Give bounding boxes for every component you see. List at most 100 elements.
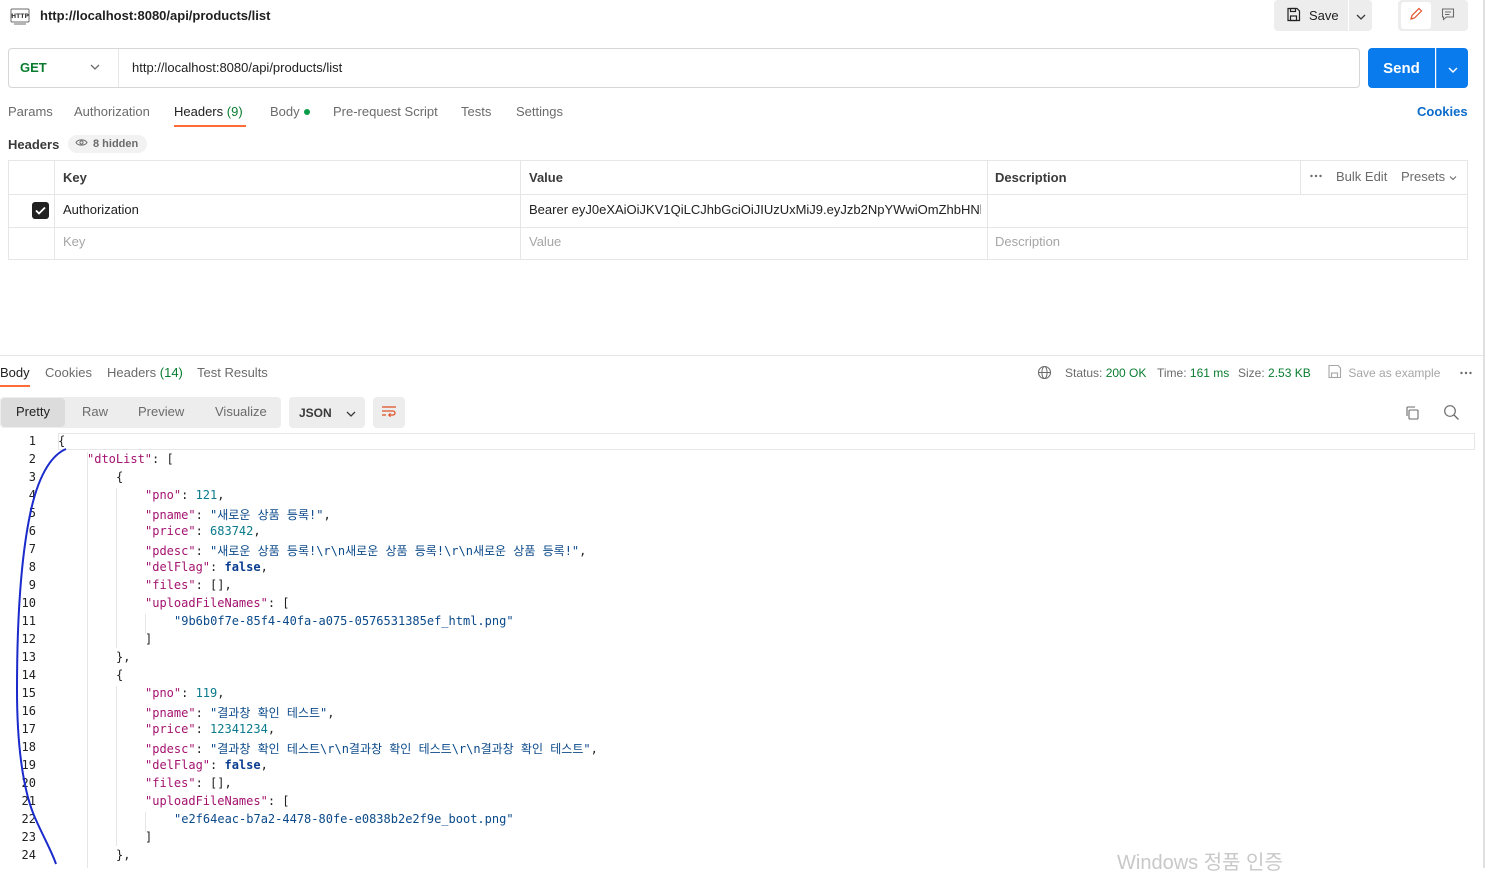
indent-guide bbox=[116, 686, 117, 846]
code-token: "pname" bbox=[145, 508, 196, 522]
check-icon bbox=[35, 203, 46, 218]
view-preview[interactable]: Preview bbox=[138, 404, 184, 419]
cookies-link[interactable]: Cookies bbox=[1417, 104, 1468, 119]
tab-headers-count: (9) bbox=[226, 104, 243, 119]
view-raw[interactable]: Raw bbox=[82, 404, 108, 419]
response-size[interactable]: Size: 2.53 KB bbox=[1238, 366, 1311, 380]
code-token: "uploadFileNames" bbox=[145, 794, 268, 808]
header-key-cell[interactable]: Authorization bbox=[63, 202, 139, 217]
code-line: "price": 12341234, bbox=[145, 722, 275, 736]
annotation-stroke bbox=[15, 448, 67, 865]
code-line: "files": [], bbox=[145, 578, 232, 592]
response-time[interactable]: Time: 161 ms bbox=[1157, 366, 1229, 380]
copy-icon[interactable] bbox=[1404, 405, 1420, 424]
pane-divider[interactable] bbox=[0, 355, 1483, 356]
wrap-lines-button[interactable] bbox=[373, 397, 405, 428]
presets-dropdown[interactable]: Presets bbox=[1401, 169, 1457, 184]
save-button[interactable]: Save bbox=[1274, 0, 1348, 31]
header-enabled-checkbox[interactable] bbox=[32, 202, 49, 219]
response-tab-body[interactable]: Body bbox=[0, 365, 30, 380]
time-value: 161 ms bbox=[1189, 366, 1230, 380]
code-line: }, bbox=[116, 650, 130, 664]
code-token: "pname" bbox=[145, 706, 196, 720]
eye-icon bbox=[75, 138, 88, 150]
new-description-input[interactable]: Description bbox=[995, 234, 1060, 249]
code-token: "dtoList" bbox=[87, 452, 153, 466]
tab-settings[interactable]: Settings bbox=[516, 104, 563, 119]
code-token: "delFlag" bbox=[145, 758, 211, 772]
code-token: , bbox=[579, 544, 587, 558]
request-title[interactable]: http://localhost:8080/api/products/list bbox=[40, 8, 270, 23]
bulk-edit-button[interactable]: Bulk Edit bbox=[1336, 169, 1387, 184]
code-line: "pno": 121, bbox=[145, 488, 225, 502]
globe-icon[interactable] bbox=[1037, 365, 1052, 383]
view-pretty[interactable]: Pretty bbox=[16, 404, 50, 419]
more-options-icon[interactable] bbox=[1459, 366, 1473, 383]
code-token: : bbox=[195, 508, 211, 522]
code-token: : [], bbox=[195, 776, 232, 790]
time-label: Time: bbox=[1157, 366, 1187, 380]
code-token: "pdesc" bbox=[145, 742, 196, 756]
code-token: : [ bbox=[152, 452, 174, 466]
code-line: "e2f64eac-b7a2-4478-80fe-e0838b2e2f9e_bo… bbox=[174, 812, 514, 826]
code-token: { bbox=[116, 668, 124, 682]
comment-mode-button[interactable] bbox=[1431, 2, 1465, 29]
chevron-down-icon bbox=[346, 406, 356, 420]
code-token: ] bbox=[145, 830, 153, 844]
code-token: "delFlag" bbox=[145, 560, 211, 574]
tab-tests[interactable]: Tests bbox=[461, 104, 491, 119]
code-token: : [ bbox=[267, 794, 290, 808]
code-line: "dtoList": [ bbox=[87, 452, 174, 466]
new-value-input[interactable]: Value bbox=[529, 234, 561, 249]
active-tab-indicator bbox=[174, 125, 246, 127]
search-icon[interactable] bbox=[1443, 404, 1460, 424]
save-options-button[interactable] bbox=[1349, 0, 1372, 31]
indent-guide bbox=[116, 488, 117, 648]
save-as-example-button[interactable]: Save as example bbox=[1327, 364, 1440, 382]
hidden-headers-toggle[interactable]: 8 hidden bbox=[68, 135, 148, 153]
view-visualize[interactable]: Visualize bbox=[215, 404, 267, 419]
view-mode-toggle bbox=[1398, 0, 1468, 31]
code-line: "pname": "결과창 확인 테스트", bbox=[145, 704, 335, 721]
code-token: "결과창 확인 테스트" bbox=[210, 706, 328, 720]
format-select[interactable]: JSON bbox=[289, 397, 365, 428]
code-line: "uploadFileNames": [ bbox=[145, 794, 290, 808]
wrap-lines-icon bbox=[381, 404, 397, 421]
code-token: , bbox=[217, 686, 225, 700]
tab-headers[interactable]: Headers (9) bbox=[174, 104, 243, 119]
code-line: "pno": 119, bbox=[145, 686, 225, 700]
chevron-down-icon[interactable] bbox=[89, 60, 101, 77]
response-tab-cookies[interactable]: Cookies bbox=[45, 365, 92, 380]
tab-body[interactable]: Body bbox=[270, 104, 310, 119]
send-button[interactable]: Send bbox=[1368, 48, 1435, 88]
more-options-icon[interactable] bbox=[1309, 169, 1323, 186]
new-key-input[interactable]: Key bbox=[63, 234, 85, 249]
divider bbox=[118, 49, 119, 87]
pencil-icon bbox=[1409, 7, 1423, 24]
code-token: "files" bbox=[145, 776, 196, 790]
http-icon: HTTP bbox=[10, 6, 30, 26]
edit-mode-button[interactable] bbox=[1401, 2, 1431, 29]
header-value-cell[interactable]: Bearer eyJ0eXAiOiJKV1QiLCJhbGciOiJIUzUxM… bbox=[529, 202, 981, 217]
code-token: }, bbox=[116, 848, 131, 862]
code-token: : bbox=[210, 560, 225, 574]
activation-watermark: Windows 정품 인증 bbox=[1117, 852, 1283, 874]
send-options-button[interactable] bbox=[1436, 48, 1468, 88]
url-input[interactable]: http://localhost:8080/api/products/list bbox=[132, 60, 342, 75]
code-line: "9b6b0f7e-85f4-40fa-a075-0576531385ef_ht… bbox=[174, 614, 514, 628]
code-token: "files" bbox=[145, 578, 196, 592]
response-tab-test-results[interactable]: Test Results bbox=[197, 365, 268, 380]
code-token: false bbox=[224, 560, 261, 574]
response-tab-headers[interactable]: Headers (14) bbox=[107, 365, 183, 380]
tab-authorization[interactable]: Authorization bbox=[74, 104, 150, 119]
response-status[interactable]: Status: 200 OK bbox=[1065, 366, 1146, 380]
code-token: 683742 bbox=[210, 524, 254, 538]
save-icon bbox=[1286, 7, 1301, 25]
method-select[interactable]: GET bbox=[20, 60, 47, 75]
code-line: }, bbox=[116, 848, 130, 862]
tab-pre-request-script[interactable]: Pre-request Script bbox=[333, 104, 438, 119]
tab-params[interactable]: Params bbox=[8, 104, 53, 119]
size-label: Size: bbox=[1238, 366, 1265, 380]
code-token: "e2f64eac-b7a2-4478-80fe-e0838b2e2f9e_bo… bbox=[174, 812, 514, 826]
hidden-count-label: 8 hidden bbox=[93, 138, 139, 150]
